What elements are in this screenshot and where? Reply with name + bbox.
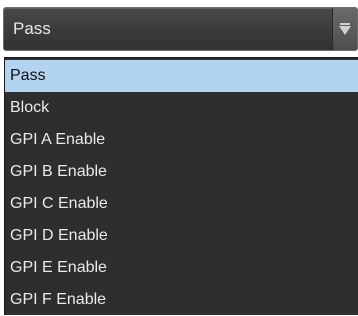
triangle-down-icon — [339, 23, 351, 35]
option-gpi-b-enable[interactable]: GPI B Enable — [5, 156, 358, 188]
option-gpi-e-enable[interactable]: GPI E Enable — [5, 252, 358, 284]
option-gpi-d-enable[interactable]: GPI D Enable — [5, 220, 358, 252]
option-pass[interactable]: Pass — [5, 60, 358, 92]
combo-selected-value: Pass — [13, 19, 51, 38]
option-block[interactable]: Block — [5, 92, 358, 124]
dropdown-options-list: Pass Block GPI A Enable GPI B Enable GPI… — [4, 57, 358, 315]
dropdown-widget: Pass Pass Block GPI A Enable GPI B Enabl… — [0, 0, 358, 315]
dropdown-arrow-button[interactable] — [332, 8, 357, 50]
option-gpi-a-enable[interactable]: GPI A Enable — [5, 124, 358, 156]
combo-box[interactable]: Pass — [3, 7, 358, 51]
option-gpi-c-enable[interactable]: GPI C Enable — [5, 188, 358, 220]
option-gpi-f-enable[interactable]: GPI F Enable — [5, 284, 358, 316]
